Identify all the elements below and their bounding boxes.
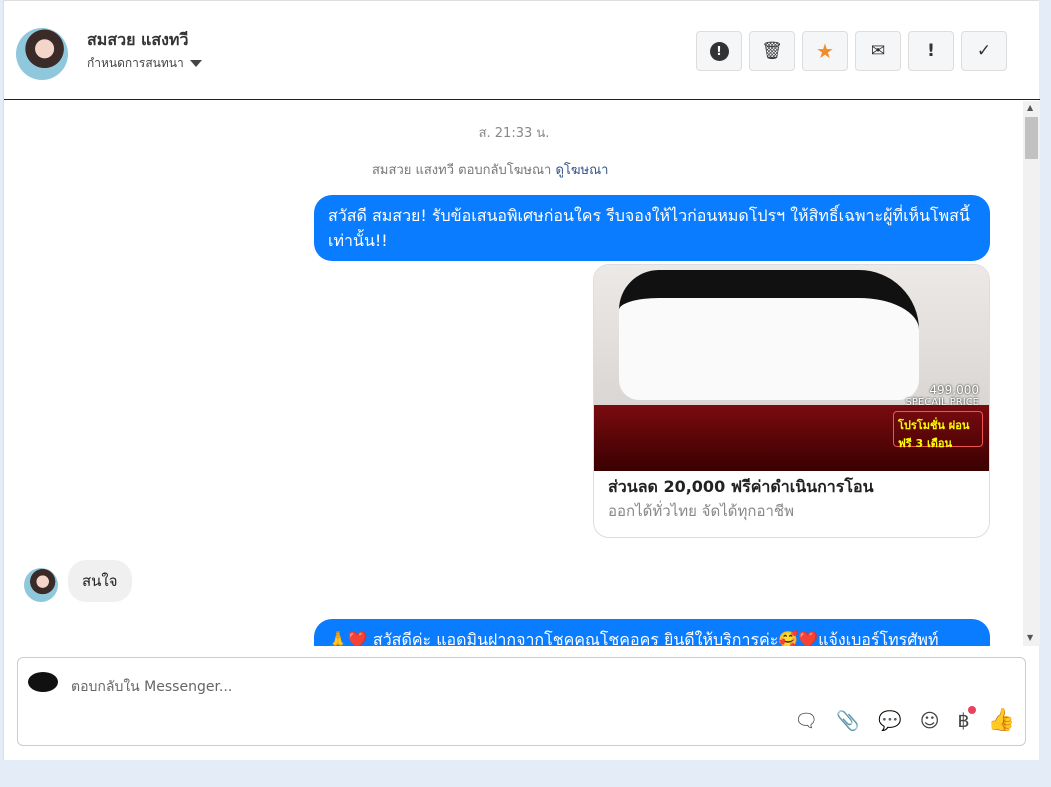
- scroll-down-icon[interactable]: ▼: [1027, 633, 1033, 642]
- ad-subtitle: ออกได้ทั่วไทย จัดได้ทุกอาชีพ: [608, 502, 794, 520]
- ad-title: ส่วนลด 20,000 ฟรีค่าดำเนินการโอน: [608, 477, 874, 496]
- notification-dot: [967, 705, 976, 714]
- like-icon[interactable]: 👍: [988, 708, 1015, 733]
- emoji-icon[interactable]: ☺: [920, 710, 940, 732]
- envelope-icon: ✉: [870, 41, 886, 61]
- ad-reply-note: สมสวย แสงทวี ตอบกลับโฆษณา ดูโฆษณา: [372, 159, 608, 180]
- messenger-window: สมสวย แสงทวี กำหนดการสนทนา ! 🗑 ★ ✉ ! ✓ ส…: [3, 0, 1040, 760]
- outgoing-message: สวัสดี สมสวย! รับข้อเสนอพิเศษก่อนใคร รีบ…: [314, 195, 990, 261]
- star-button[interactable]: ★: [802, 31, 848, 71]
- scrollbar[interactable]: ▲ ▼: [1023, 101, 1040, 646]
- conversation-header: สมสวย แสงทวี กำหนดการสนทนา ! 🗑 ★ ✉ ! ✓: [4, 1, 1040, 100]
- follow-up-button[interactable]: !: [908, 31, 954, 71]
- view-ad-link[interactable]: ดูโฆษณา: [555, 163, 608, 178]
- attachment-icon[interactable]: 📎: [836, 709, 860, 732]
- contact-name[interactable]: สมสวย แสงทวี: [87, 28, 188, 53]
- check-icon: ✓: [976, 41, 992, 61]
- saved-reply-icon[interactable]: 🗨: [794, 709, 818, 732]
- alert-icon: !: [709, 41, 729, 61]
- exclamation-icon: !: [927, 41, 935, 61]
- conversation-settings-label: กำหนดการสนทนา: [87, 56, 184, 70]
- comment-icon[interactable]: 💬: [878, 709, 902, 732]
- message-thread: ส. 21:33 น. สมสวย แสงทวี ตอบกลับโฆษณา ดู…: [4, 101, 1040, 646]
- contact-avatar[interactable]: [16, 28, 68, 80]
- outgoing-message: 🙏❤️ สวัสดีค่ะ แอดมินฝากจากโชคคูณโชคอคร ย…: [314, 619, 990, 646]
- reply-composer: ตอบกลับใน Messenger... 🗨 📎 💬 ☺ ฿ 👍: [17, 657, 1026, 746]
- ad-image: 499,000 SPECAIL PRICE โปรโมชั่น ผ่อนฟรี 3…: [594, 265, 989, 471]
- scroll-up-icon[interactable]: ▲: [1027, 103, 1033, 112]
- ad-promo: โปรโมชั่น ผ่อนฟรี 3 เดือน: [893, 411, 983, 450]
- delete-button[interactable]: 🗑: [749, 31, 795, 71]
- page-logo: [28, 672, 58, 692]
- ad-price: 499,000 SPECAIL PRICE: [905, 383, 979, 408]
- ad-card[interactable]: 499,000 SPECAIL PRICE โปรโมชั่น ผ่อนฟรี 3…: [593, 264, 990, 538]
- star-icon: ★: [816, 39, 834, 63]
- reply-input[interactable]: ตอบกลับใน Messenger...: [71, 676, 232, 698]
- baht-icon[interactable]: ฿: [958, 705, 976, 732]
- timestamp: ส. 21:33 น.: [478, 126, 550, 141]
- scrollbar-thumb[interactable]: [1025, 117, 1038, 159]
- mark-done-button[interactable]: ✓: [961, 31, 1007, 71]
- truck-image: [619, 270, 919, 400]
- incoming-message: สนใจ: [68, 560, 132, 602]
- contact-avatar-small: [24, 568, 58, 602]
- conversation-settings-dropdown[interactable]: กำหนดการสนทนา: [87, 54, 202, 73]
- report-button[interactable]: !: [696, 31, 742, 71]
- mark-unread-button[interactable]: ✉: [855, 31, 901, 71]
- caret-down-icon: [189, 60, 202, 67]
- ad-reply-text: สมสวย แสงทวี ตอบกลับโฆษณา: [372, 163, 552, 178]
- trash-icon: 🗑: [761, 41, 783, 61]
